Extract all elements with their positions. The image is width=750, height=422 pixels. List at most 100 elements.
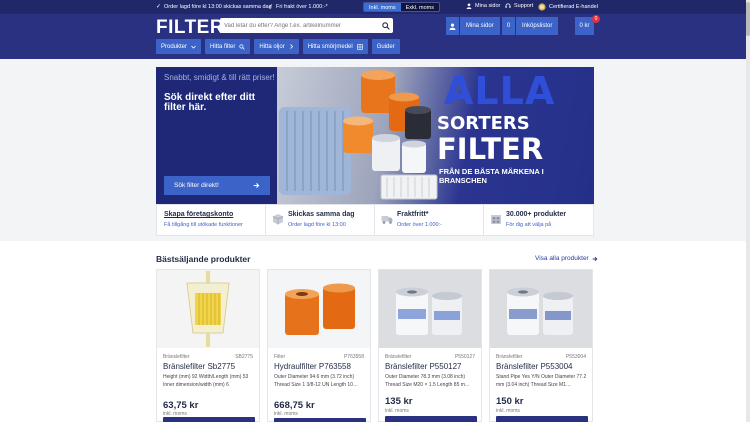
product-description: Outer Diameter 78.3 mm (3.08 inch) Threa…	[385, 374, 470, 388]
scrollbar-thumb[interactable]	[746, 2, 750, 36]
nav-find-oils-label: Hitta oljor	[259, 43, 285, 50]
certified-badge[interactable]: Certifierad E-handel	[538, 3, 598, 11]
product-category: Filter	[274, 354, 286, 360]
user-icon	[449, 22, 456, 30]
top-bar: ✓ Order lagd före kl 13:00 skickas samma…	[0, 0, 750, 14]
certified-seal-icon	[538, 3, 546, 11]
order-promo: ✓ Order lagd före kl 13:00 skickas samma…	[156, 3, 272, 11]
usp-title: Skapa företagskonto	[164, 211, 234, 218]
headset-icon	[505, 3, 511, 8]
check-icon: ✓	[268, 4, 274, 10]
my-pages-button[interactable]: Mina sidor	[446, 17, 500, 35]
nav-find-filter-label: Hitta filter	[210, 43, 236, 50]
order-promo-text: Order lagd före kl 13:00 skickas samma d…	[164, 3, 272, 10]
product-image[interactable]	[379, 270, 481, 348]
usp-subtitle: För dig att välja på	[506, 222, 552, 228]
search-button[interactable]	[379, 19, 392, 32]
product-sku: SB2775	[235, 354, 253, 360]
hydraulic-filter-image	[285, 283, 355, 335]
freight-promo: ✓ Fri frakt över 1.000:-*	[268, 3, 328, 11]
arrow-right-icon	[253, 183, 260, 188]
box-icon	[272, 214, 284, 225]
add-to-cart-button[interactable]	[163, 417, 255, 422]
filter-products-illustration	[279, 70, 438, 200]
usp-title: Skickas samma dag	[288, 211, 355, 218]
my-pages-label: Mina sidor	[460, 17, 500, 35]
chevron-right-icon	[289, 44, 293, 49]
product-card[interactable]: Bränslefilter P550127 Bränslefilter P550…	[378, 269, 482, 422]
shopping-lists-button[interactable]: 0 Inköpslistor	[502, 17, 559, 35]
page-scrollbar[interactable]	[746, 0, 750, 422]
vat-toggle[interactable]: Inkl. moms Exkl. moms	[363, 2, 441, 12]
product-sku: P553004	[565, 354, 586, 360]
hero-image[interactable]: ALLA SORTERS FILTER FRÅN DE BÄSTA MÄRKEN…	[277, 67, 594, 204]
warehouse-icon	[491, 215, 501, 224]
product-image[interactable]	[157, 270, 259, 348]
product-name[interactable]: Bränslefilter P553004	[496, 362, 573, 371]
user-icon-box	[446, 17, 459, 35]
usp-title: Fraktfritt*	[397, 211, 429, 218]
truck-icon	[381, 216, 393, 224]
usp-subtitle: Order över 1.000:-	[397, 222, 442, 228]
product-name[interactable]: Bränslefilter Sb2775	[163, 362, 235, 371]
product-description: Outer Diameter 94.6 mm (3.72 inch) Threa…	[274, 374, 358, 388]
nav-guides[interactable]: Guider	[371, 39, 400, 54]
banner-headline-2: SORTERS	[437, 113, 530, 134]
see-all-products-link[interactable]: Visa alla produkter	[535, 255, 598, 262]
product-description: Height (mm) 92 Width/Length (mm) 53 Inne…	[163, 374, 249, 388]
product-description: Stand Pipe Yes Y/N Outer Diameter 77.2 m…	[496, 374, 587, 388]
shopping-list-count: 0	[502, 17, 515, 35]
nav-find-oils[interactable]: Hitta oljor	[254, 39, 299, 54]
top-my-pages-label: Mina sidor	[475, 3, 501, 9]
shopping-lists-label: Inköpslistor	[516, 17, 559, 35]
product-sku: P763558	[343, 354, 364, 360]
user-icon	[466, 3, 472, 9]
product-price: 135 kr	[385, 396, 413, 407]
grid-icon	[356, 43, 363, 50]
product-sku: P550127	[454, 354, 475, 360]
usp-business-account[interactable]: Skapa företagskonto Få tillgång till utö…	[157, 205, 266, 235]
vat-incl-button[interactable]: Inkl. moms	[364, 3, 401, 11]
search-icon	[381, 21, 390, 30]
product-price: 63,75 kr	[163, 400, 199, 411]
site-header: FILTER.se Mina sidor 0 Inköpslistor 0 kr…	[0, 14, 750, 59]
nav-find-filter[interactable]: Hitta filter	[205, 39, 251, 54]
nav-find-lubricants[interactable]: Hitta smörjmedel	[302, 39, 368, 54]
product-name[interactable]: Hydraulfilter P763558	[274, 362, 351, 371]
fuel-filter-image	[507, 287, 573, 335]
hero-title: Sök direkt efter ditt filter här.	[164, 92, 256, 113]
support-label: Support	[514, 3, 534, 9]
product-card[interactable]: Bränslefilter SB2775 Bränslefilter Sb277…	[156, 269, 260, 422]
product-image[interactable]	[490, 270, 592, 348]
add-to-cart-button[interactable]	[385, 416, 477, 422]
product-card[interactable]: Filter P763558 Hydraulfilter P763558 Out…	[267, 269, 371, 422]
check-icon: ✓	[156, 4, 162, 10]
product-card[interactable]: Bränslefilter P553004 Bränslefilter P553…	[489, 269, 593, 422]
top-my-pages-link[interactable]: Mina sidor	[466, 3, 500, 9]
product-name[interactable]: Bränslefilter P550127	[385, 362, 462, 371]
usp-title: 30.000+ produkter	[506, 211, 567, 218]
fuel-filter-image	[186, 271, 230, 347]
freight-promo-text: Fri frakt över 1.000:-*	[276, 3, 328, 10]
search-input[interactable]	[224, 20, 374, 31]
main-nav: Produkter Hitta filter Hitta oljor Hitta…	[156, 39, 400, 54]
product-image[interactable]	[268, 270, 370, 348]
hero-banner: Snabbt, smidigt & till rätt priser! Sök …	[156, 67, 594, 204]
product-vat-note: inkl. moms	[385, 408, 409, 414]
product-price: 668,75 kr	[274, 400, 315, 411]
product-category: Bränslefilter	[385, 354, 412, 360]
search-filter-direct-button[interactable]: Sök filter direkt!	[164, 176, 270, 195]
vat-excl-button[interactable]: Exkl. moms	[400, 3, 440, 11]
fuel-filter-image	[396, 287, 462, 335]
hero-tagline: Snabbt, smidigt & till rätt priser!	[164, 73, 275, 82]
nav-products[interactable]: Produkter	[156, 39, 202, 54]
add-to-cart-button[interactable]	[496, 416, 588, 422]
support-link[interactable]: Support	[505, 3, 533, 9]
cart-count-badge: 0	[592, 15, 600, 23]
hero-button-label: Sök filter direkt!	[174, 182, 219, 189]
product-category: Bränslefilter	[163, 354, 190, 360]
usp-subtitle: Få tillgång till utökade funktioner	[164, 222, 243, 228]
add-to-cart-button[interactable]	[274, 418, 366, 422]
usp-strip: Skapa företagskonto Få tillgång till utö…	[156, 204, 594, 236]
search-bar	[220, 18, 393, 33]
